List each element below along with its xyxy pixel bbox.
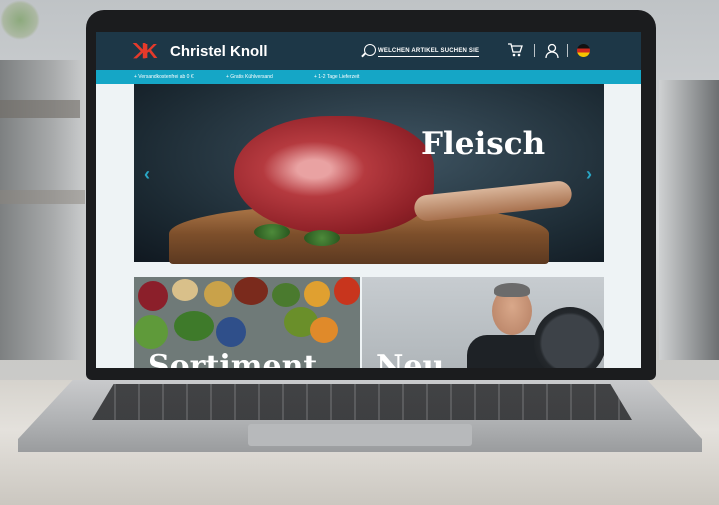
hero-carousel[interactable]: Fleisch ‹ › [134, 84, 604, 264]
laptop-keyboard [92, 384, 632, 420]
benefit-item: + Versandkostenfrei ab 0 € [134, 74, 194, 80]
background-right [659, 80, 719, 360]
logo-text[interactable]: Christel Knoll [170, 43, 268, 60]
tile-title-sortiment[interactable]: Sortiment [148, 349, 317, 368]
german-flag-icon[interactable] [577, 44, 590, 57]
meat-image [234, 116, 434, 234]
header-divider [567, 44, 568, 57]
carousel-next-button[interactable]: › [586, 164, 592, 185]
category-tile-neu[interactable]: Neu [362, 277, 604, 368]
cart-icon[interactable] [507, 42, 523, 58]
carousel-prev-button[interactable]: ‹ [144, 164, 150, 185]
herb-image [254, 224, 290, 240]
background-shelves [0, 60, 90, 360]
laptop-screen: ꓘK Christel Knoll WELCHEN ARTIKEL SUCHEN… [96, 32, 641, 368]
logo-icon[interactable]: ꓘK [134, 42, 164, 62]
search-icon[interactable] [364, 44, 376, 56]
hero-title[interactable]: Fleisch [421, 126, 545, 162]
pan-image [534, 307, 604, 368]
benefit-item: + 1-2 Tage Lieferzeit [314, 74, 360, 80]
herb-image [304, 230, 340, 246]
tile-title-neu[interactable]: Neu [376, 349, 444, 368]
laptop-trackpad [248, 424, 472, 446]
benefits-bar: + Versandkostenfrei ab 0 € + Gratis Kühl… [96, 70, 641, 84]
user-icon[interactable] [545, 43, 559, 59]
search-input[interactable]: WELCHEN ARTIKEL SUCHEN SIE [378, 48, 480, 57]
benefit-item: + Gratis Kühlversand [226, 74, 273, 80]
background-plant [0, 0, 40, 40]
category-tile-sortiment[interactable]: Sortiment [134, 277, 360, 368]
header-divider [534, 44, 535, 57]
site-header: ꓘK Christel Knoll WELCHEN ARTIKEL SUCHEN… [96, 32, 641, 70]
